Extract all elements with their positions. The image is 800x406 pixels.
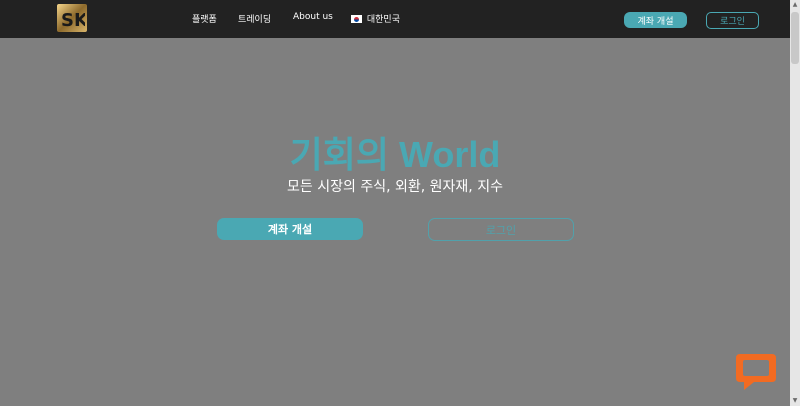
nav-language-label: 대한민국 bbox=[366, 15, 400, 25]
hero-open-account-label: 계좌 개설 bbox=[267, 223, 313, 236]
header-open-account-label: 계좌 개설 bbox=[637, 16, 674, 27]
hero-login-button[interactable]: 로그인 bbox=[428, 218, 574, 241]
nav-platform[interactable]: 플랫폼 bbox=[192, 12, 217, 25]
chat-icon[interactable] bbox=[734, 350, 778, 394]
hero-open-account-button[interactable]: 계좌 개설 bbox=[217, 218, 363, 240]
sk-logo-icon[interactable]: SK bbox=[57, 4, 87, 32]
nav-language[interactable]: 대한민국 bbox=[351, 12, 400, 25]
svg-text:SK: SK bbox=[61, 10, 85, 30]
korea-flag-icon bbox=[351, 15, 362, 23]
hero-subtitle: 모든 시장의 주식, 외환, 원자재, 지수 bbox=[287, 179, 503, 195]
hero-login-label: 로그인 bbox=[485, 223, 517, 237]
nav-trading[interactable]: 트레이딩 bbox=[238, 12, 271, 25]
nav-platform-label: 플랫폼 bbox=[192, 15, 217, 25]
scroll-down-icon[interactable]: ▼ bbox=[791, 397, 799, 405]
header-login-label: 로그인 bbox=[720, 17, 745, 27]
scrollbar-thumb[interactable] bbox=[791, 12, 799, 64]
scroll-up-icon[interactable]: ▲ bbox=[791, 1, 799, 9]
nav-about-us[interactable]: About us bbox=[293, 12, 333, 22]
nav-about-us-label: About us bbox=[293, 12, 333, 22]
nav-trading-label: 트레이딩 bbox=[238, 15, 272, 25]
header-open-account-button[interactable]: 계좌 개설 bbox=[624, 12, 687, 28]
top-navigation-bar: SK 플랫폼 트레이딩 About us 대한민국 계좌 개설 로그인 bbox=[0, 0, 790, 38]
header-login-button[interactable]: 로그인 bbox=[706, 12, 759, 29]
hero-title: 기회의 World bbox=[289, 134, 501, 175]
